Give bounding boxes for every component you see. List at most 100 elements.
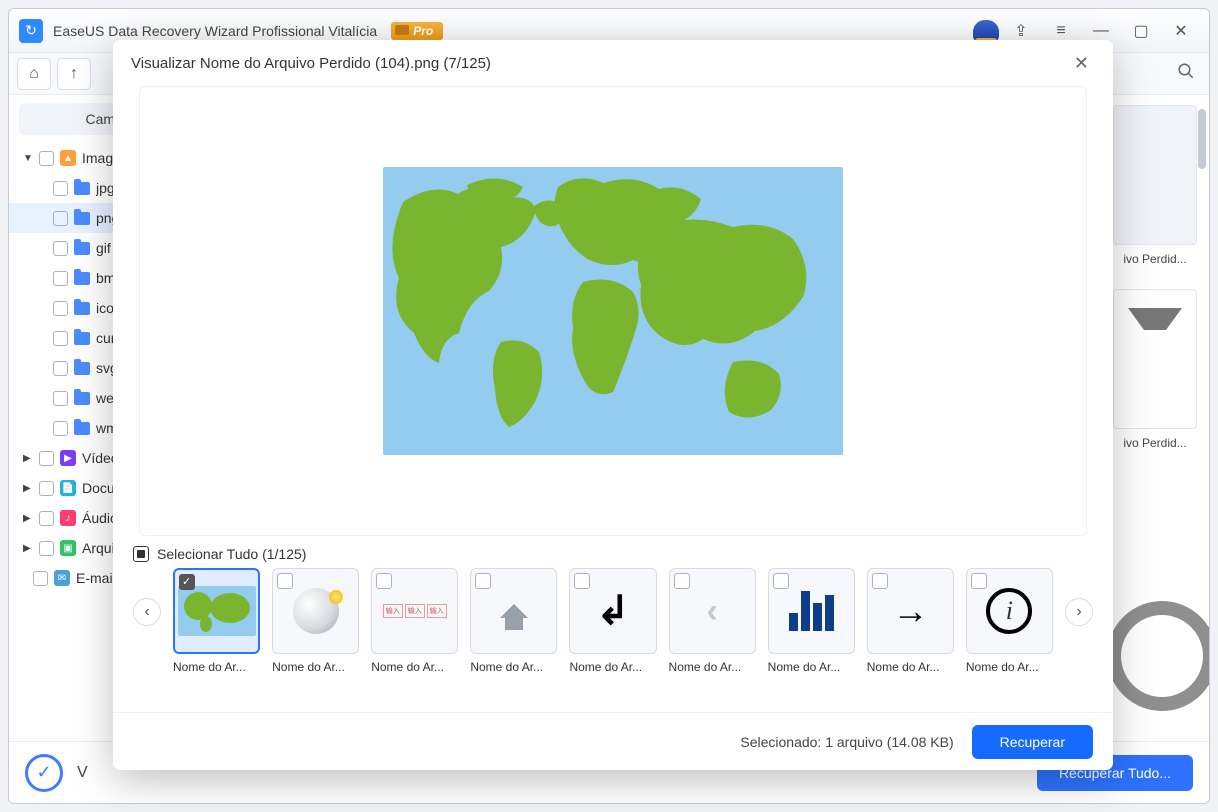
thumb-item[interactable]: Nome do Ar...: [272, 568, 359, 674]
thumb-label: Nome do Ar...: [569, 660, 656, 674]
checkbox[interactable]: [53, 241, 68, 256]
window-close-icon[interactable]: ✕: [1163, 17, 1199, 45]
checkbox[interactable]: [376, 573, 392, 589]
file-thumb[interactable]: ivo Perdid...: [1113, 289, 1197, 429]
modal-title: Visualizar Nome do Arquivo Perdido (104)…: [131, 55, 491, 72]
checkbox[interactable]: [574, 573, 590, 589]
modal-header: Visualizar Nome do Arquivo Perdido (104)…: [113, 40, 1113, 86]
checkbox[interactable]: [773, 573, 789, 589]
checkbox[interactable]: [33, 571, 48, 586]
folder-icon: [74, 332, 90, 345]
thumb-item[interactable]: i Nome do Ar...: [966, 568, 1053, 674]
folder-icon: [74, 242, 90, 255]
thumb-label: Nome do Ar...: [966, 660, 1053, 674]
input-tags-icon: 输入输入输入: [383, 604, 447, 618]
thumb-item[interactable]: ↲ Nome do Ar...: [569, 568, 656, 674]
folder-icon: [74, 212, 90, 225]
checkbox[interactable]: [39, 451, 54, 466]
app-logo-icon: ↻: [19, 19, 43, 43]
bar-chart-icon: [789, 591, 834, 631]
chevron-right-icon: ▶: [23, 453, 33, 464]
checkbox[interactable]: [39, 541, 54, 556]
recover-button[interactable]: Recuperar: [972, 725, 1093, 759]
satellite-dish-icon: [293, 588, 339, 634]
thumb-item[interactable]: ‹ Nome do Ar...: [669, 568, 756, 674]
info-icon: i: [986, 588, 1032, 634]
checkbox-indeterminate-icon[interactable]: [133, 546, 149, 562]
selection-status: Selecionado: 1 arquivo (14.08 KB): [740, 734, 953, 750]
thumbnail-strip: ‹ Nome do Ar... Nome do Ar... 输入输入输入 Nom…: [113, 568, 1113, 674]
chevron-right-icon: ▶: [23, 513, 33, 524]
folder-icon: [74, 302, 90, 315]
next-button[interactable]: ›: [1065, 598, 1093, 626]
thumb-label: Nome do Ar...: [867, 660, 954, 674]
image-icon: ▲: [60, 150, 76, 166]
archive-icon: ▣: [60, 540, 76, 556]
up-button[interactable]: ↑: [57, 58, 91, 90]
folder-icon: [74, 392, 90, 405]
checkbox[interactable]: [179, 574, 195, 590]
thumb-item[interactable]: Nome do Ar...: [173, 568, 260, 674]
clock-icon: [1107, 601, 1209, 711]
prev-button[interactable]: ‹: [133, 598, 161, 626]
checkbox[interactable]: [872, 573, 888, 589]
thumb-label: Nome do Ar...: [371, 660, 458, 674]
email-icon: ✉: [54, 570, 70, 586]
checkbox[interactable]: [53, 181, 68, 196]
file-label: ivo Perdid...: [1108, 436, 1202, 450]
window-maximize-icon[interactable]: ▢: [1123, 17, 1159, 45]
search-icon[interactable]: [1177, 62, 1195, 85]
checkbox[interactable]: [39, 511, 54, 526]
world-map-icon: [178, 586, 256, 636]
checkbox[interactable]: [53, 391, 68, 406]
scan-complete-icon: ✓: [25, 754, 63, 792]
select-all-label: Selecionar Tudo (1/125): [157, 546, 306, 562]
chevron-down-icon: ▼: [23, 153, 33, 164]
folder-icon: [74, 272, 90, 285]
file-thumb[interactable]: ivo Perdid...: [1113, 105, 1197, 245]
pro-badge: Pro: [391, 22, 443, 40]
home-icon: [1128, 308, 1182, 410]
chevron-right-icon: ▶: [23, 543, 33, 554]
checkbox[interactable]: [277, 573, 293, 589]
modal-footer: Selecionado: 1 arquivo (14.08 KB) Recupe…: [113, 712, 1113, 770]
chevron-left-icon: ‹: [706, 592, 717, 631]
folder-icon: [74, 182, 90, 195]
document-icon: 📄: [60, 480, 76, 496]
checkbox[interactable]: [53, 301, 68, 316]
thumb-label: Nome do Ar...: [470, 660, 557, 674]
checkbox[interactable]: [39, 151, 54, 166]
close-icon[interactable]: ✕: [1068, 49, 1095, 78]
preview-area: [139, 86, 1087, 536]
checkbox[interactable]: [39, 481, 54, 496]
thumb-item[interactable]: → Nome do Ar...: [867, 568, 954, 674]
thumb-item[interactable]: Nome do Ar...: [470, 568, 557, 674]
folder-icon: [74, 422, 90, 435]
home-button[interactable]: ⌂: [17, 58, 51, 90]
enter-arrow-icon: ↲: [596, 588, 630, 634]
thumb-label: Nome do Ar...: [669, 660, 756, 674]
world-map-preview: [383, 167, 843, 455]
scrollbar[interactable]: [1198, 109, 1206, 169]
checkbox[interactable]: [53, 331, 68, 346]
audio-icon: ♪: [60, 510, 76, 526]
arrow-right-icon: →: [892, 590, 928, 632]
thumb-label: Nome do Ar...: [173, 660, 260, 674]
thumb-label: Nome do Ar...: [768, 660, 855, 674]
checkbox[interactable]: [971, 573, 987, 589]
thumb-item[interactable]: Nome do Ar...: [768, 568, 855, 674]
app-title: EaseUS Data Recovery Wizard Profissional…: [53, 23, 377, 39]
checkbox[interactable]: [53, 361, 68, 376]
checkbox[interactable]: [53, 421, 68, 436]
preview-modal: Visualizar Nome do Arquivo Perdido (104)…: [113, 40, 1113, 770]
thumb-label: Nome do Ar...: [272, 660, 359, 674]
checkbox[interactable]: [475, 573, 491, 589]
account-icon[interactable]: [973, 20, 999, 42]
folder-icon: [74, 362, 90, 375]
chevron-right-icon: ▶: [23, 483, 33, 494]
checkbox[interactable]: [53, 211, 68, 226]
thumb-item[interactable]: 输入输入输入 Nome do Ar...: [371, 568, 458, 674]
checkbox[interactable]: [674, 573, 690, 589]
checkbox[interactable]: [53, 271, 68, 286]
select-all-row[interactable]: Selecionar Tudo (1/125): [133, 546, 1113, 562]
